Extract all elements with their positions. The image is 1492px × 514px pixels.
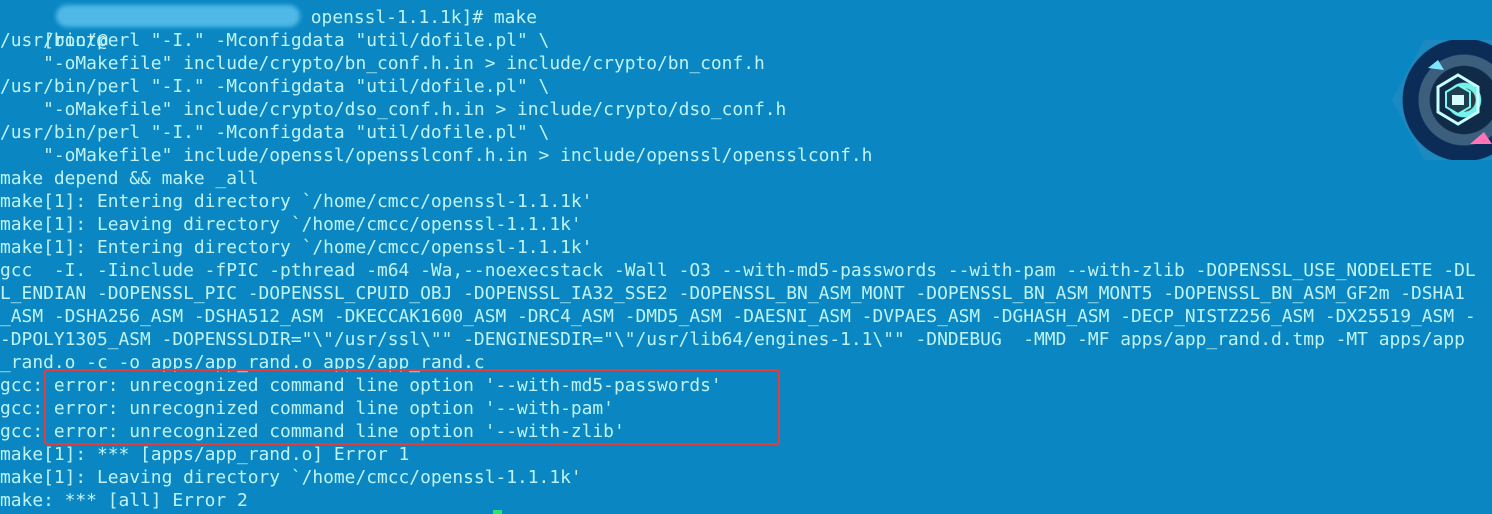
terminal-line-19: make[1]: *** [apps/app_rand.o] Error 1 bbox=[0, 444, 410, 465]
terminal-line-20: make[1]: Leaving directory `/home/cmcc/o… bbox=[0, 467, 582, 488]
terminal-window[interactable]: [root@ openssl-1.1.1k]# make /usr/bin/pe… bbox=[0, 0, 1492, 514]
terminal-line-1: /usr/bin/perl "-I." -Mconfigdata "util/d… bbox=[0, 30, 550, 51]
terminal-line-2: "-oMakefile" include/crypto/bn_conf.h.in… bbox=[0, 53, 765, 74]
error-highlight-box bbox=[44, 369, 780, 445]
redacted-hostname bbox=[56, 5, 300, 27]
terminal-line-10: make[1]: Entering directory `/home/cmcc/… bbox=[0, 237, 593, 258]
hexagon-avatar-icon bbox=[1392, 40, 1492, 160]
terminal-line-8: make[1]: Entering directory `/home/cmcc/… bbox=[0, 191, 593, 212]
prompt-command: openssl-1.1.1k]# make bbox=[300, 7, 537, 28]
terminal-cursor-icon bbox=[493, 510, 502, 514]
terminal-line-21: make: *** [all] Error 2 bbox=[0, 490, 248, 511]
terminal-line-6: "-oMakefile" include/openssl/opensslconf… bbox=[0, 145, 873, 166]
terminal-line-7: make depend && make _all bbox=[0, 168, 259, 189]
terminal-line-14: -DPOLY1305_ASM -DOPENSSLDIR="\"/usr/ssl\… bbox=[0, 329, 1465, 350]
terminal-line-13: _ASM -DSHA256_ASM -DSHA512_ASM -DKECCAK1… bbox=[0, 306, 1476, 327]
terminal-line-3: /usr/bin/perl "-I." -Mconfigdata "util/d… bbox=[0, 76, 550, 97]
terminal-line-4: "-oMakefile" include/crypto/dso_conf.h.i… bbox=[0, 99, 787, 120]
terminal-line-5: /usr/bin/perl "-I." -Mconfigdata "util/d… bbox=[0, 122, 550, 143]
terminal-line-9: make[1]: Leaving directory `/home/cmcc/o… bbox=[0, 214, 582, 235]
terminal-line-12: L_ENDIAN -DOPENSSL_PIC -DOPENSSL_CPUID_O… bbox=[0, 283, 1465, 304]
terminal-line-11: gcc -I. -Iinclude -fPIC -pthread -m64 -W… bbox=[0, 260, 1476, 281]
